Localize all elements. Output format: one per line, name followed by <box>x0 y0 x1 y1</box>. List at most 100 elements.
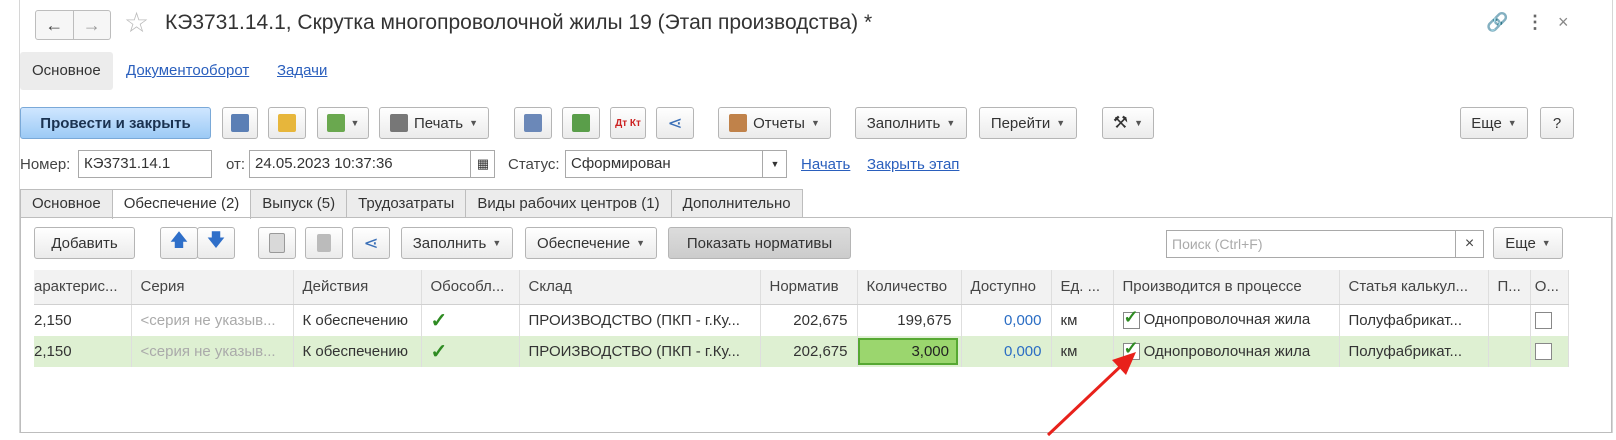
cell-in-process[interactable]: Однопроволочная жила <box>1113 304 1340 336</box>
chevron-down-icon[interactable]: ▼ <box>762 151 787 177</box>
add-button[interactable]: Добавить <box>34 227 135 259</box>
calendar-icon[interactable]: ▦ <box>470 151 495 177</box>
help-button[interactable]: ? <box>1540 107 1574 139</box>
col-header[interactable]: Обособл... <box>421 270 520 305</box>
fill-button[interactable]: Заполнить ▼ <box>855 107 967 139</box>
cell-action[interactable]: К обеспечению <box>293 304 422 336</box>
o-checkbox[interactable] <box>1534 312 1552 330</box>
cell-available[interactable]: 0,000 <box>961 336 1052 367</box>
supply-button[interactable]: Обеспечение ▼ <box>525 227 657 259</box>
cell-isolated[interactable]: ✓ <box>421 304 520 336</box>
col-header[interactable]: Статья калькул... <box>1339 270 1489 305</box>
copy-button[interactable] <box>258 227 296 259</box>
table-more-button[interactable]: Еще ▼ <box>1493 227 1563 259</box>
cell-norm[interactable]: 202,675 <box>760 304 858 336</box>
close-icon[interactable]: × <box>1558 12 1569 33</box>
structure-button[interactable]: ⋖ <box>656 107 694 139</box>
link-icon[interactable]: 🔗 <box>1486 12 1508 33</box>
process-name: Однопроволочная жила <box>1143 311 1311 329</box>
tab-supply[interactable]: Обеспечение (2) <box>111 189 252 219</box>
reports-icon <box>729 114 748 132</box>
save-button[interactable] <box>222 107 258 139</box>
cell-unit[interactable]: км <box>1051 304 1114 336</box>
cell-characteristic[interactable]: 2,150 <box>34 304 132 336</box>
move-up-button[interactable]: 🡅 <box>160 227 198 259</box>
back-arrow-icon[interactable]: ← <box>36 11 73 39</box>
cell-o[interactable] <box>1530 336 1569 367</box>
doc-tabs: Основное Обеспечение (2) Выпуск (5) Труд… <box>20 189 803 219</box>
col-header[interactable]: Норматив <box>760 270 858 305</box>
cell-available[interactable]: 0,000 <box>961 304 1052 336</box>
cell-characteristic[interactable]: 2,150 <box>34 336 132 367</box>
more-vertical-icon[interactable]: ⋮ <box>1526 12 1544 33</box>
tab-main[interactable]: Основное <box>20 52 113 90</box>
goto-button[interactable]: Перейти ▼ <box>979 107 1077 139</box>
cell-o[interactable] <box>1530 304 1569 336</box>
dtkt-button[interactable]: Дт Кт <box>610 107 646 139</box>
cell-norm[interactable]: 202,675 <box>760 336 858 367</box>
journal-button[interactable] <box>514 107 552 139</box>
post-and-close-button[interactable]: Провести и закрыть <box>20 107 211 139</box>
forward-arrow-icon[interactable]: → <box>72 11 111 39</box>
star-icon[interactable]: ☆ <box>124 8 149 38</box>
col-header[interactable]: П... <box>1488 270 1531 305</box>
close-stage-link[interactable]: Закрыть этап <box>867 156 959 173</box>
fill-table-button[interactable]: Заполнить ▼ <box>401 227 513 259</box>
clear-search-icon[interactable]: × <box>1456 230 1484 258</box>
col-header[interactable]: Действия <box>293 270 422 305</box>
tab-labor[interactable]: Трудозатраты <box>346 189 467 218</box>
cell-isolated[interactable]: ✓ <box>421 336 520 367</box>
post-button[interactable] <box>268 107 306 139</box>
cell-quantity[interactable]: 199,675 <box>857 304 962 336</box>
quantity-edit-field[interactable]: 3,000 <box>858 338 958 365</box>
cell-calc-item[interactable]: Полуфабрикат... <box>1339 304 1489 336</box>
print-button[interactable]: Печать ▼ <box>379 107 489 139</box>
start-link[interactable]: Начать <box>801 156 850 173</box>
show-norms-label: Показать нормативы <box>686 234 833 252</box>
col-header[interactable]: арактерис... <box>34 270 132 305</box>
tab-basic[interactable]: Основное <box>20 189 113 218</box>
edit-button[interactable] <box>562 107 600 139</box>
cell-series[interactable]: <серия не указыв... <box>131 336 294 367</box>
col-header[interactable]: Серия <box>131 270 294 305</box>
paste-button[interactable] <box>305 227 343 259</box>
cell-calc-item[interactable]: Полуфабрикат... <box>1339 336 1489 367</box>
search-input[interactable]: Поиск (Ctrl+F) <box>1166 230 1456 258</box>
tab-output[interactable]: Выпуск (5) <box>250 189 348 218</box>
number-label: Номер: <box>20 156 71 173</box>
tab-additional[interactable]: Дополнительно <box>670 189 803 218</box>
col-header[interactable]: Количество <box>857 270 962 305</box>
tab-tasks[interactable]: Задачи <box>277 52 327 90</box>
o-checkbox[interactable] <box>1534 343 1552 361</box>
cell-warehouse[interactable]: ПРОИЗВОДСТВО (ПКП - г.Ку... <box>519 336 761 367</box>
show-norms-button[interactable]: Показать нормативы <box>668 227 851 259</box>
cell-p[interactable] <box>1488 304 1531 336</box>
col-header[interactable]: Доступно <box>961 270 1052 305</box>
col-header[interactable]: Ед. ... <box>1051 270 1114 305</box>
supply-label: Обеспечение <box>537 234 631 252</box>
number-field[interactable]: КЭ3731.14.1 <box>78 150 212 178</box>
cell-action[interactable]: К обеспечению <box>293 336 422 367</box>
table-row-selected[interactable]: 2,150 <серия не указыв... К обеспечению … <box>34 336 1569 367</box>
chevron-down-icon: ▼ <box>636 238 645 248</box>
structure-button-2[interactable]: ⋖ <box>352 227 390 259</box>
cell-p[interactable] <box>1488 336 1531 367</box>
create-based-button[interactable]: ▼ <box>317 107 369 139</box>
cell-in-process[interactable]: Однопроволочная жила <box>1113 336 1340 367</box>
tools-button[interactable]: ⚒ ▼ <box>1102 107 1154 139</box>
chevron-down-icon: ▼ <box>492 238 502 248</box>
cell-warehouse[interactable]: ПРОИЗВОДСТВО (ПКП - г.Ку... <box>519 304 761 336</box>
reports-button[interactable]: Отчеты ▼ <box>718 107 831 139</box>
tab-work-centers[interactable]: Виды рабочих центров (1) <box>465 189 672 218</box>
move-down-button[interactable]: 🡇 <box>197 227 235 259</box>
more-button[interactable]: Еще ▼ <box>1460 107 1528 139</box>
status-select[interactable]: Сформирован <box>565 150 787 178</box>
cell-series[interactable]: <серия не указыв... <box>131 304 294 336</box>
tab-docflow[interactable]: Документооборот <box>126 52 249 90</box>
col-header[interactable]: Склад <box>519 270 761 305</box>
col-header[interactable]: Производится в процессе <box>1113 270 1340 305</box>
date-field[interactable]: 24.05.2023 10:37:36 <box>249 150 495 178</box>
table-row[interactable]: 2,150 <серия не указыв... К обеспечению … <box>34 304 1569 336</box>
in-process-checkbox[interactable] <box>1122 307 1140 330</box>
col-header[interactable]: О... <box>1530 270 1569 305</box>
